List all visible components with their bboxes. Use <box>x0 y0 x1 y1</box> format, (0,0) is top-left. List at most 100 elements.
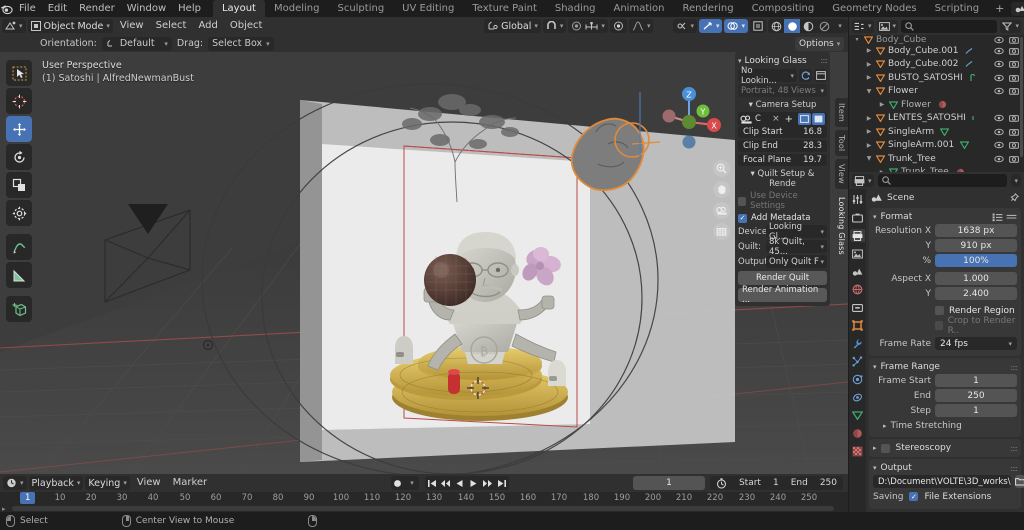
camera-view-icon[interactable] <box>713 202 730 219</box>
texture-tab[interactable] <box>850 445 865 458</box>
stereoscopy-panel-header[interactable]: ▸ Stereoscopy :::: <box>873 441 1018 455</box>
end-value[interactable]: 250 <box>820 478 837 488</box>
object-tab[interactable] <box>850 319 865 332</box>
workspace-tab-shading[interactable]: Shading <box>546 0 605 17</box>
menu-file[interactable]: File <box>13 1 42 16</box>
zoom-icon[interactable] <box>713 160 730 177</box>
timeline-menu-marker[interactable]: Marker <box>168 476 213 490</box>
shading-rendered-button[interactable] <box>816 19 832 33</box>
output-tab[interactable] <box>850 229 865 242</box>
expand-triangle[interactable]: ▶ <box>865 115 873 122</box>
properties-editor-type[interactable]: ▾ <box>852 174 874 187</box>
outliner-scrollbar[interactable] <box>1020 37 1023 157</box>
camera-render-icon[interactable] <box>1009 36 1019 44</box>
workspace-tab-scripting[interactable]: Scripting <box>926 0 988 17</box>
rotate-tool[interactable] <box>6 144 32 170</box>
menu-render[interactable]: Render <box>73 1 121 16</box>
editor-type-selector[interactable]: ▾ <box>2 19 26 33</box>
stereoscopy-checkbox[interactable] <box>880 443 890 453</box>
outliner-search-input[interactable] <box>901 19 998 33</box>
3d-viewport[interactable]: ₿ User Perspective (1) Satoshi | AlfredN… <box>0 52 848 474</box>
viewport-menu-object[interactable]: Object <box>225 19 268 33</box>
workspace-tab-modeling[interactable]: Modeling <box>265 0 329 17</box>
menu-help[interactable]: Help <box>172 1 207 16</box>
use-device-settings-checkbox[interactable]: Use Device Settings <box>738 191 827 211</box>
add-cube-tool[interactable] <box>6 296 32 322</box>
scene-tab[interactable] <box>850 265 865 278</box>
xray-toggle-button[interactable] <box>750 19 766 33</box>
camera-render-icon[interactable] <box>1009 141 1019 149</box>
timeline-menu-playback[interactable]: Playback ▾ <box>28 476 84 490</box>
auto-key-dropdown[interactable]: ▾ <box>405 476 419 490</box>
pin-icon[interactable] <box>1009 192 1019 203</box>
camera-view-toggle-1[interactable] <box>798 113 811 125</box>
viewport-menu-add[interactable]: Add <box>193 19 222 33</box>
jump-end-icon[interactable] <box>495 476 509 490</box>
frame-range-panel-header[interactable]: ▾ Frame Range :::: <box>873 360 1018 374</box>
workspace-tab-layout[interactable]: Layout <box>212 0 265 17</box>
blender-logo-icon[interactable] <box>0 0 13 17</box>
shading-solid-button[interactable] <box>784 19 800 33</box>
properties-options-dropdown[interactable]: ▾ <box>1011 174 1021 187</box>
jump-start-icon[interactable] <box>425 476 439 490</box>
eye-icon[interactable] <box>994 128 1004 136</box>
expand-triangle[interactable]: ▼ <box>865 88 873 95</box>
eye-icon[interactable] <box>994 47 1004 55</box>
timeline-scrollbar[interactable] <box>12 506 834 511</box>
orientation-dropdown[interactable]: Default ▾ <box>101 36 172 51</box>
add-camera-button[interactable]: + <box>782 114 796 125</box>
transform-orientation-selector[interactable]: Global ▾ <box>484 19 541 33</box>
play-icon[interactable] <box>467 476 481 490</box>
collection-tab[interactable] <box>850 301 865 314</box>
frame-start-field[interactable]: 1 <box>935 374 1017 387</box>
resolution-y-field[interactable]: 910 px <box>935 239 1017 252</box>
camera-render-icon[interactable] <box>1009 155 1019 163</box>
clip-end-row[interactable]: Clip End 28.3 <box>738 140 827 152</box>
workspace-tab-rendering[interactable]: Rendering <box>673 0 742 17</box>
play-reverse-icon[interactable] <box>453 476 467 490</box>
lg-device-dropdown[interactable]: No Lookin... ▾ <box>738 66 797 86</box>
workspace-tab-animation[interactable]: Animation <box>605 0 674 17</box>
proportional-editing[interactable]: ▾ <box>568 19 608 33</box>
snap-settings[interactable]: ▾ <box>542 19 567 33</box>
options-button[interactable]: Options ▾ <box>795 37 845 51</box>
frame-end-field[interactable]: 250 <box>935 389 1017 402</box>
outliner-row[interactable]: ▶ Flower <box>849 98 1024 112</box>
render-animation-button[interactable]: Render Animation ... <box>738 285 827 305</box>
constraints-tab[interactable] <box>850 391 865 404</box>
pan-hand-icon[interactable] <box>713 181 730 198</box>
camera-render-icon[interactable] <box>1009 60 1019 68</box>
eye-icon[interactable] <box>994 74 1004 82</box>
timeline-editor-type[interactable]: ▾ <box>3 476 27 490</box>
outliner-row[interactable]: ▶ SingleArm.001 <box>849 139 1024 153</box>
outliner-row[interactable]: ▶ BUSTO_SATOSHI <box>849 71 1024 85</box>
clip-start-row[interactable]: Clip Start 16.8 <box>738 126 827 138</box>
world-tab[interactable] <box>850 283 865 296</box>
time-stretching-subpanel[interactable]: ▸ Time Stretching <box>873 419 1017 433</box>
camera-render-icon[interactable] <box>1009 114 1019 122</box>
eye-icon[interactable] <box>994 141 1004 149</box>
window-icon[interactable] <box>814 69 827 82</box>
shading-wireframe-button[interactable] <box>768 19 784 33</box>
expand-triangle[interactable]: ▼ <box>865 155 873 162</box>
expand-triangle[interactable]: ▶ <box>865 61 873 68</box>
scale-tool[interactable] <box>6 172 32 198</box>
eye-icon[interactable] <box>994 36 1004 44</box>
output-panel-header[interactable]: ▾ Output :::: <box>873 461 1018 475</box>
outliner-tree[interactable]: ▾ Body_Cube ▶ Body_Cube.001 ▶ Body_Cube.… <box>849 35 1024 189</box>
drag-dropdown[interactable]: Select Box ▾ <box>208 36 274 51</box>
eye-icon[interactable] <box>994 87 1004 95</box>
eye-icon[interactable] <box>994 60 1004 68</box>
outliner-row-clipped[interactable]: ▾ Body_Cube <box>849 35 1024 44</box>
timeline-strip[interactable]: 1 10 20 30 40 50 60 70 80 90 100 110 120… <box>0 492 848 513</box>
workspace-tab-uv-editing[interactable]: UV Editing <box>393 0 463 17</box>
scene-selector[interactable]: ▾ Scene <box>1011 1 1024 16</box>
tool-tab[interactable] <box>850 193 865 206</box>
resolution-percent-field[interactable]: 100% <box>935 254 1017 267</box>
workspace-tab-sculpting[interactable]: Sculpting <box>328 0 393 17</box>
timeline-menu-view[interactable]: View <box>132 476 166 490</box>
viewport-menu-select[interactable]: Select <box>151 19 192 33</box>
camera-render-icon[interactable] <box>1009 87 1019 95</box>
menu-icon[interactable] <box>1006 213 1017 222</box>
prev-keyframe-icon[interactable] <box>439 476 453 490</box>
